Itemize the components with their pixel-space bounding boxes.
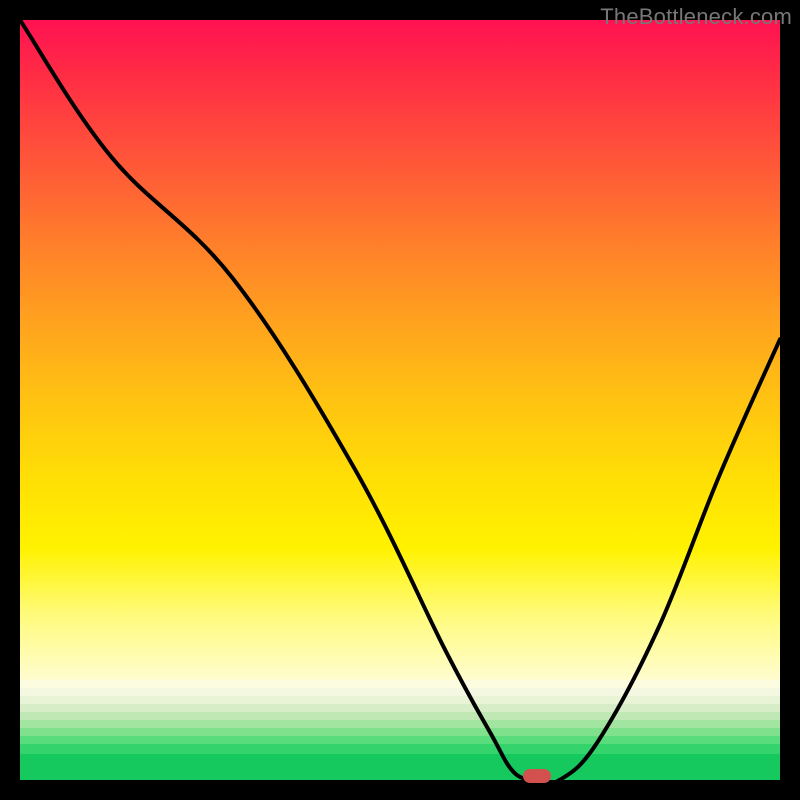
- curve-svg: [20, 20, 780, 780]
- watermark-label: TheBottleneck.com: [600, 4, 792, 30]
- chart-frame: TheBottleneck.com: [0, 0, 800, 800]
- bottleneck-curve: [20, 20, 780, 780]
- plot-area: [20, 20, 780, 780]
- optimal-marker: [523, 769, 551, 783]
